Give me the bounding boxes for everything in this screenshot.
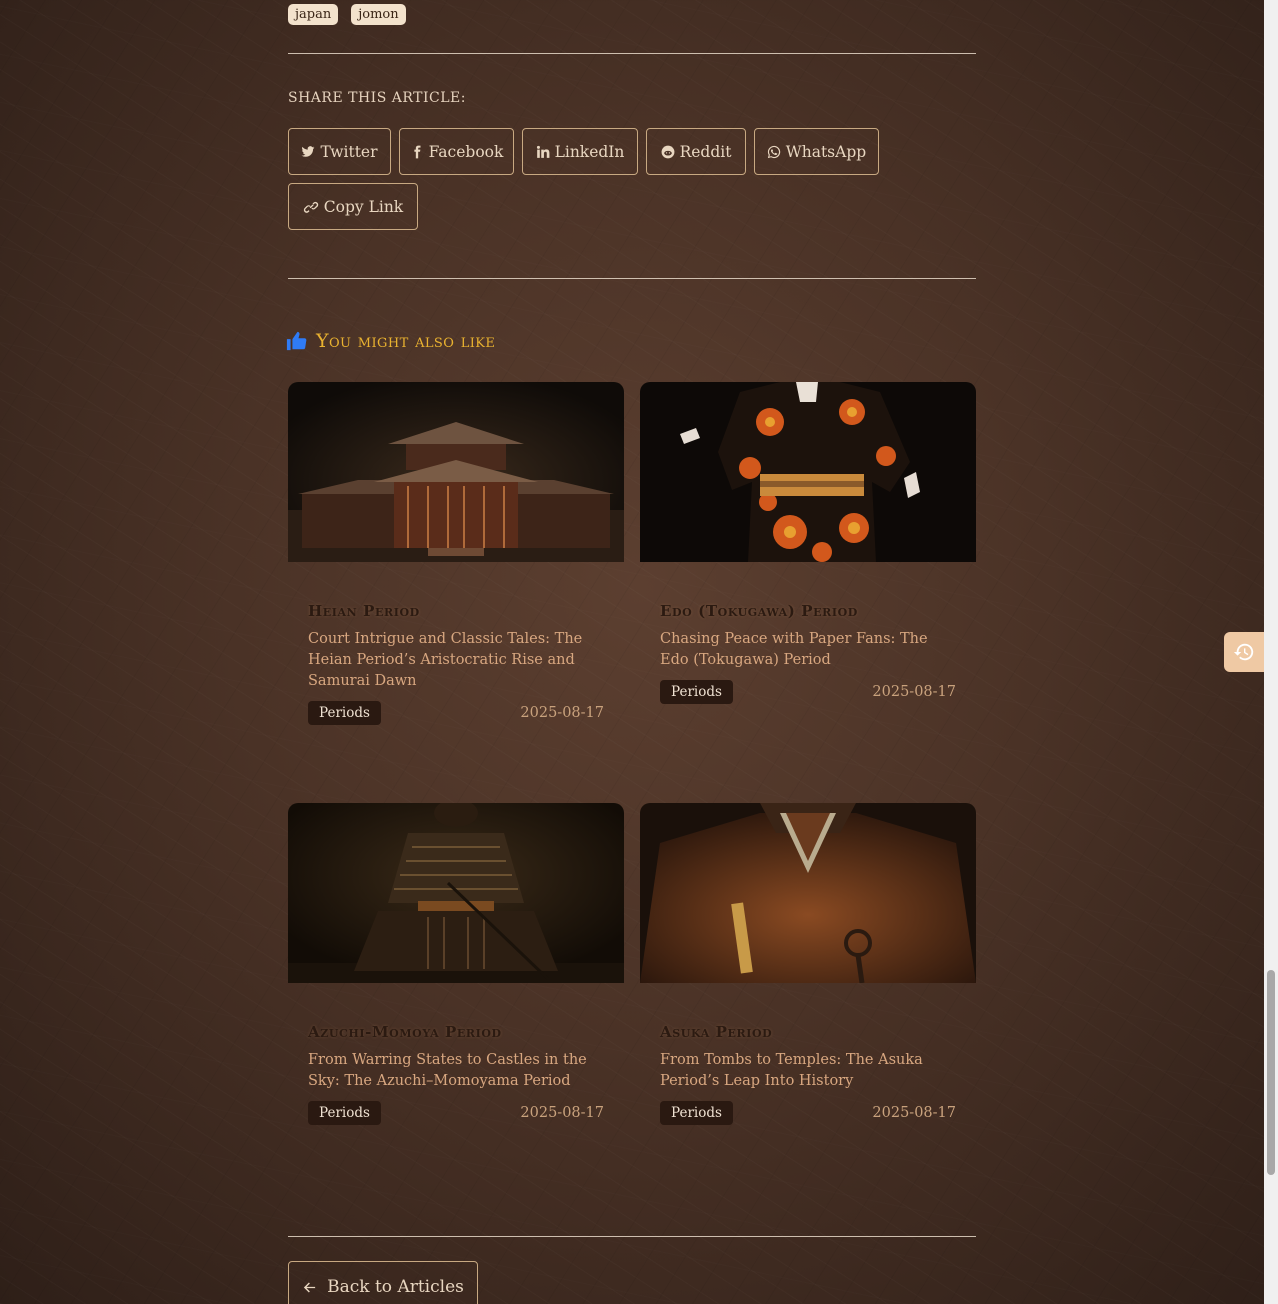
tag[interactable]: japan (288, 4, 339, 25)
card-date: 2025-08-17 (872, 1105, 956, 1121)
card-title-link[interactable]: From Warring States to Castles in the Sk… (308, 1050, 604, 1092)
card-image-samurai[interactable] (288, 803, 624, 983)
card-image-temple[interactable] (288, 382, 624, 562)
background-texture (0, 0, 1278, 1304)
share-label-text: Reddit (679, 142, 732, 161)
card-body: Azuchi-Momoya Period From Warring States… (288, 983, 624, 1125)
back-to-articles-button[interactable]: Back to Articles (288, 1261, 478, 1304)
linkedin-icon (536, 145, 549, 158)
share-facebook-button[interactable]: Facebook (399, 128, 514, 175)
arrow-left-icon (304, 1282, 316, 1292)
tag-list: japan jomon (288, 4, 406, 25)
card-category: Asuka Period (660, 1023, 773, 1041)
twitter-icon (302, 145, 315, 157)
card-category: Azuchi-Momoya Period (308, 1023, 502, 1041)
page-scrollbar[interactable] (1264, 0, 1278, 1304)
related-card[interactable]: Heian Period Court Intrigue and Classic … (288, 382, 624, 725)
card-image-monk[interactable] (640, 803, 976, 983)
facebook-icon (413, 145, 421, 158)
reddit-icon (661, 145, 674, 158)
category-badge[interactable]: Periods (660, 680, 733, 704)
share-linkedin-button[interactable]: LinkedIn (522, 128, 638, 175)
card-meta: Periods 2025-08-17 (308, 1101, 604, 1125)
related-card[interactable]: Edo (Tokugawa) Period Chasing Peace with… (640, 382, 976, 704)
scrollbar-thumb[interactable] (1267, 970, 1275, 1175)
card-body: Edo (Tokugawa) Period Chasing Peace with… (640, 562, 976, 704)
category-badge[interactable]: Periods (660, 1101, 733, 1125)
card-meta: Periods 2025-08-17 (660, 680, 956, 704)
share-label-text: WhatsApp (785, 142, 867, 161)
share-buttons-row-2: Copy Link (288, 183, 418, 230)
card-date: 2025-08-17 (520, 1105, 604, 1121)
share-label: Share this article: (288, 90, 466, 106)
copy-link-button[interactable]: Copy Link (288, 183, 418, 230)
history-button[interactable] (1224, 632, 1264, 672)
related-heading: You might also like (286, 330, 495, 352)
link-icon (303, 201, 319, 213)
history-icon (1233, 643, 1254, 661)
related-card[interactable]: Asuka Period From Tombs to Temples: The … (640, 803, 976, 1125)
share-label-text: LinkedIn (554, 142, 625, 161)
card-body: Heian Period Court Intrigue and Classic … (288, 562, 624, 725)
share-label-text: Copy Link (323, 197, 404, 216)
whatsapp-icon (767, 145, 781, 158)
share-label-text: Facebook (428, 142, 504, 161)
divider (288, 53, 976, 54)
share-twitter-button[interactable]: Twitter (288, 128, 391, 175)
divider (288, 1236, 976, 1237)
share-whatsapp-button[interactable]: WhatsApp (754, 128, 879, 175)
back-label: Back to Articles (327, 1277, 464, 1297)
card-category: Edo (Tokugawa) Period (660, 602, 858, 620)
related-title: You might also like (316, 330, 496, 352)
category-badge[interactable]: Periods (308, 701, 381, 725)
card-body: Asuka Period From Tombs to Temples: The … (640, 983, 976, 1125)
card-meta: Periods 2025-08-17 (308, 701, 604, 725)
share-reddit-button[interactable]: Reddit (646, 128, 746, 175)
card-meta: Periods 2025-08-17 (660, 1101, 956, 1125)
related-card[interactable]: Azuchi-Momoya Period From Warring States… (288, 803, 624, 1125)
card-title-link[interactable]: Court Intrigue and Classic Tales: The He… (308, 629, 604, 692)
card-title-link[interactable]: Chasing Peace with Paper Fans: The Edo (… (660, 629, 956, 671)
card-title-link[interactable]: From Tombs to Temples: The Asuka Period’… (660, 1050, 956, 1092)
card-date: 2025-08-17 (520, 705, 604, 721)
thumbs-up-icon (286, 331, 307, 351)
divider (288, 278, 976, 279)
card-category: Heian Period (308, 602, 420, 620)
share-label-text: Twitter (320, 142, 378, 161)
tag[interactable]: jomon (351, 4, 406, 25)
share-buttons: Twitter Facebook LinkedIn Reddit WhatsAp… (288, 128, 879, 175)
card-date: 2025-08-17 (872, 684, 956, 700)
card-image-kimono[interactable] (640, 382, 976, 562)
category-badge[interactable]: Periods (308, 1101, 381, 1125)
